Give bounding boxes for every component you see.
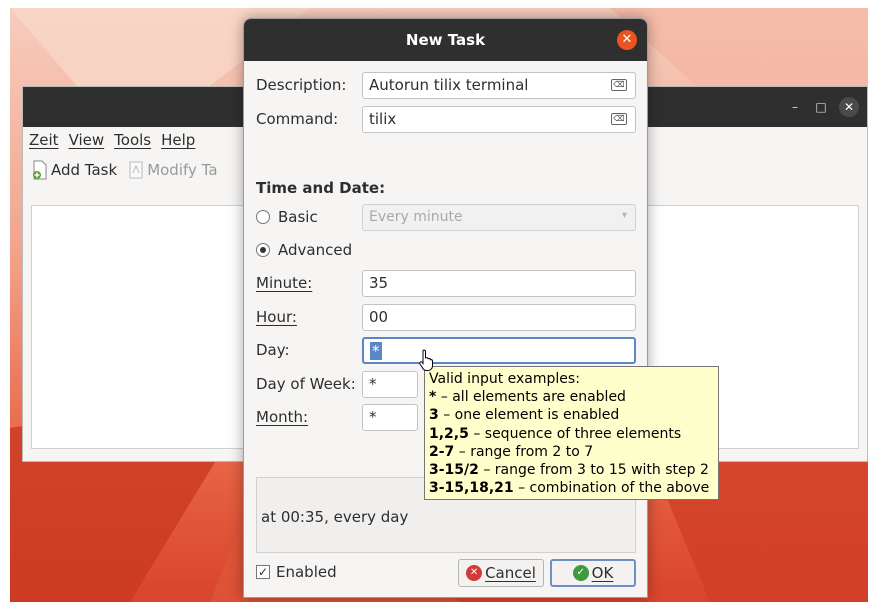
enabled-check-icon: ✓	[256, 565, 270, 579]
modify-task-icon	[129, 161, 143, 179]
tooltip-heading: Valid input examples:	[429, 371, 580, 387]
maximize-button[interactable]: □	[811, 97, 831, 117]
hour-value: 00	[369, 308, 389, 326]
tooltip-key: 3-15,18,21	[429, 480, 514, 497]
day-of-week-value: *	[369, 375, 377, 393]
modify-task-button[interactable]: Modify Ta	[127, 160, 218, 180]
command-field[interactable]: tilix ⌫	[362, 106, 636, 133]
cancel-label: Cancel	[485, 564, 536, 582]
dialog-titlebar: New Task ✕	[244, 19, 647, 61]
schedule-summary-text: at 00:35, every day	[261, 508, 409, 526]
tooltip-row: * – all elements are enabled	[429, 388, 714, 406]
tooltip-desc: – range from 3 to 15 with step 2	[478, 462, 709, 479]
day-value: *	[370, 342, 382, 360]
minute-value: 35	[369, 274, 389, 292]
menu-tools[interactable]: Tools	[114, 131, 151, 149]
clear-command-icon[interactable]: ⌫	[611, 113, 627, 125]
input-help-tooltip: Valid input examples: * – all elements a…	[424, 366, 719, 500]
day-of-week-label: Day of Week:	[256, 375, 356, 393]
add-task-button[interactable]: Add Task	[31, 160, 117, 180]
command-label: Command:	[256, 110, 339, 128]
new-task-dialog: New Task ✕ Description: Autorun tilix te…	[243, 18, 648, 598]
tooltip-key: 3-15/2	[429, 462, 479, 479]
close-button[interactable]: ✕	[839, 97, 859, 117]
month-field[interactable]: *	[362, 404, 418, 431]
advanced-radio-label: Advanced	[278, 241, 353, 259]
menu-view[interactable]: View	[69, 131, 105, 149]
add-task-icon	[33, 160, 47, 180]
minute-field[interactable]: 35	[362, 270, 636, 297]
cancel-icon: ✕	[466, 565, 483, 581]
tooltip-desc: – range from 2 to 7	[454, 443, 594, 460]
tooltip-row: 3-15/2 – range from 3 to 15 with step 2	[429, 461, 714, 479]
day-of-week-field[interactable]: *	[362, 371, 418, 398]
basic-radio-indicator	[256, 210, 270, 224]
enabled-checkbox[interactable]: ✓ Enabled	[256, 563, 337, 581]
day-label: Day:	[256, 341, 290, 359]
tooltip-desc: – sequence of three elements	[468, 425, 682, 442]
tooltip-desc: – combination of the above	[513, 480, 710, 497]
hour-label: Hour:	[256, 308, 297, 326]
hour-field[interactable]: 00	[362, 304, 636, 331]
menu-zeit[interactable]: Zeit	[29, 131, 59, 149]
cancel-button[interactable]: ✕ Cancel	[458, 559, 544, 587]
minute-label: Minute:	[256, 274, 313, 292]
tooltip-row: 3-15,18,21 – combination of the above	[429, 479, 714, 497]
tooltip-row: 1,2,5 – sequence of three elements	[429, 425, 714, 443]
month-label: Month:	[256, 408, 309, 426]
dialog-title: New Task	[405, 31, 486, 49]
description-value: Autorun tilix terminal	[369, 76, 529, 94]
month-value: *	[369, 408, 377, 426]
add-task-label: Add Task	[51, 161, 118, 179]
description-field[interactable]: Autorun tilix terminal ⌫	[362, 72, 636, 99]
menu-help[interactable]: Help	[161, 131, 195, 149]
advanced-radio[interactable]: Advanced	[256, 241, 352, 259]
chevron-down-icon: ▾	[621, 210, 627, 221]
enabled-label: Enabled	[276, 563, 337, 581]
ok-label: OK	[591, 564, 614, 582]
basic-interval-select[interactable]: Every minute ▾	[362, 204, 636, 231]
tooltip-row: 3 – one element is enabled	[429, 406, 714, 424]
ok-button[interactable]: ✓ OK	[550, 559, 636, 587]
clear-description-icon[interactable]: ⌫	[611, 79, 627, 91]
basic-radio[interactable]: Basic	[256, 208, 318, 226]
basic-radio-label: Basic	[278, 208, 318, 226]
tooltip-key: 1,2,5	[429, 425, 469, 442]
tooltip-key: 2-7	[429, 443, 455, 460]
tooltip-desc: – one element is enabled	[438, 407, 620, 424]
command-value: tilix	[369, 110, 397, 128]
ok-check-icon: ✓	[572, 565, 589, 581]
basic-interval-value: Every minute	[369, 209, 463, 225]
tooltip-desc: – all elements are enabled	[436, 389, 626, 406]
minimize-button[interactable]: –	[785, 97, 805, 117]
hand-cursor-icon	[419, 349, 433, 371]
tooltip-row: 2-7 – range from 2 to 7	[429, 443, 714, 461]
advanced-radio-indicator	[256, 243, 270, 257]
time-date-heading: Time and Date:	[256, 179, 386, 197]
tooltip-key: 3	[429, 407, 439, 424]
modify-task-label: Modify Ta	[147, 161, 218, 179]
description-label: Description:	[256, 76, 347, 94]
day-field[interactable]: *	[362, 337, 636, 364]
dialog-close-button[interactable]: ✕	[617, 30, 637, 50]
